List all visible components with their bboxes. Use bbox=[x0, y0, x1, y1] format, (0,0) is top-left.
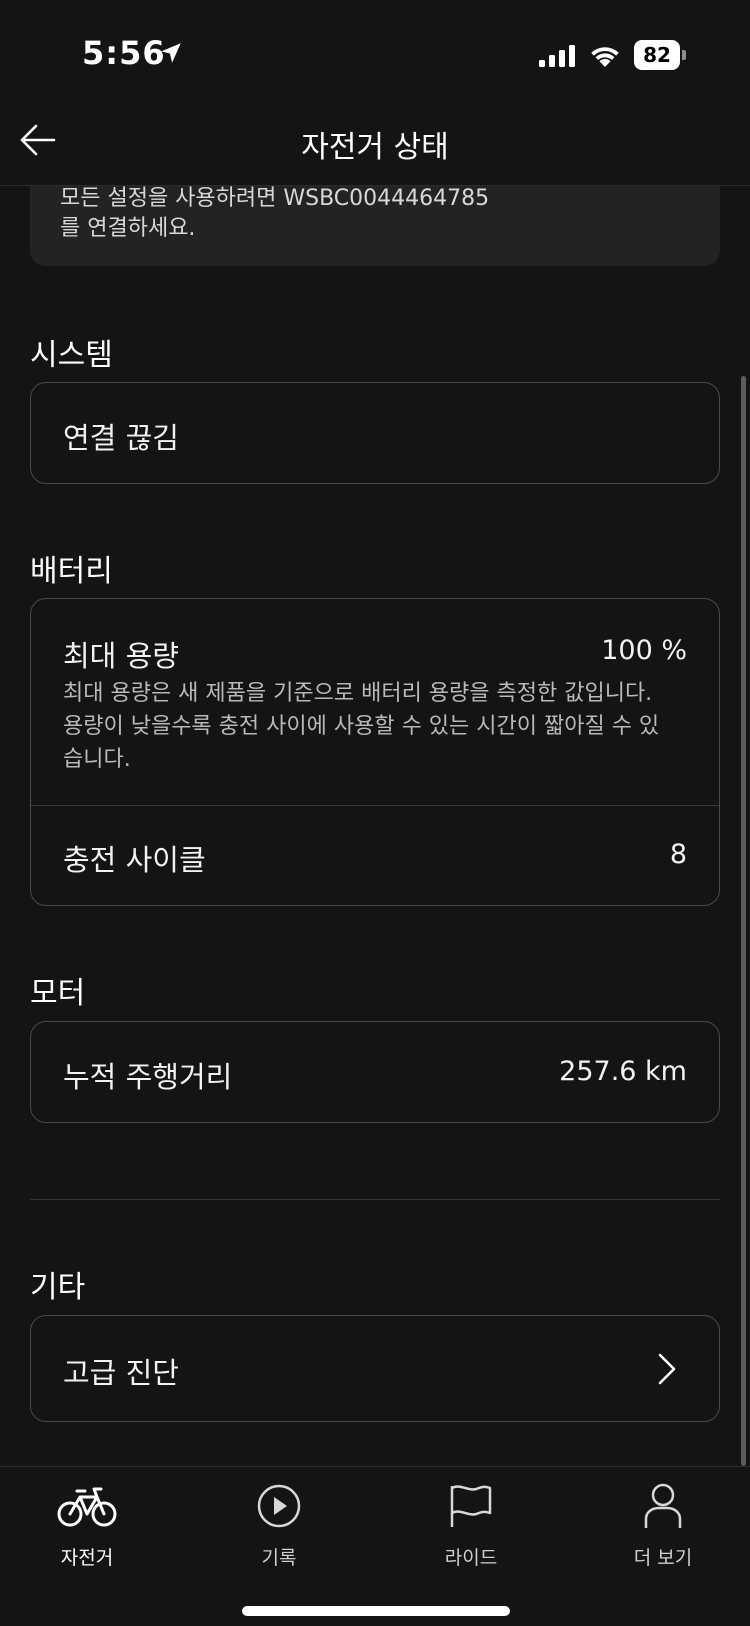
page-title: 자전거 상태 bbox=[301, 130, 449, 165]
battery-level: 82 bbox=[643, 43, 671, 67]
motor-card: 누적 주행거리 257.6 km bbox=[30, 1021, 720, 1123]
section-divider bbox=[30, 1199, 720, 1200]
section-title-other: 기타 bbox=[30, 1270, 86, 1305]
odometer-value: 257.6 km bbox=[559, 1056, 687, 1087]
section-title-battery: 배터리 bbox=[30, 554, 113, 589]
person-icon bbox=[644, 1483, 682, 1528]
tab-label-history: 기록 bbox=[261, 1547, 297, 1569]
battery-card: 최대 용량 100 % 최대 용량은 새 제품을 기준으로 배터리 용량을 측정… bbox=[30, 598, 720, 906]
max-capacity-description: 최대 용량은 새 제품을 기준으로 배터리 용량을 측정한 값입니다. 용량이 … bbox=[63, 681, 660, 772]
max-capacity-label: 최대 용량 bbox=[63, 639, 179, 673]
tab-more[interactable]: 더 보기 bbox=[598, 1467, 728, 1577]
odometer-label: 누적 주행거리 bbox=[63, 1060, 233, 1094]
play-circle-icon bbox=[257, 1484, 301, 1528]
connection-status: 연결 끊김 bbox=[63, 421, 179, 455]
scrollbar[interactable] bbox=[741, 376, 746, 1466]
status-bar: 5:56 82 bbox=[0, 0, 750, 100]
tab-bicycle[interactable]: 자전거 bbox=[22, 1467, 152, 1577]
advanced-diagnostics-row[interactable]: 고급 진단 bbox=[30, 1315, 720, 1422]
card-divider bbox=[31, 805, 719, 806]
notice-text-line2: 를 연결하세요. bbox=[60, 216, 196, 241]
home-indicator[interactable] bbox=[242, 1606, 510, 1616]
system-card: 연결 끊김 bbox=[30, 382, 720, 484]
battery-icon: 82 bbox=[634, 40, 686, 70]
max-capacity-value: 100 % bbox=[601, 635, 687, 666]
tab-label-bicycle: 자전거 bbox=[60, 1547, 114, 1569]
tab-label-ride: 라이드 bbox=[444, 1547, 498, 1569]
charge-cycles-value: 8 bbox=[669, 839, 687, 870]
section-title-system: 시스템 bbox=[30, 338, 113, 373]
nav-header: 자전거 상태 bbox=[0, 100, 750, 186]
tab-history[interactable]: 기록 bbox=[214, 1467, 344, 1577]
flag-icon bbox=[450, 1485, 492, 1527]
cellular-signal-icon bbox=[539, 45, 575, 67]
section-title-motor: 모터 bbox=[30, 976, 86, 1011]
tab-bar: 자전거 기록 라이드 더 보기 bbox=[0, 1466, 750, 1626]
location-arrow-icon bbox=[161, 43, 181, 63]
chevron-right-icon bbox=[658, 1353, 676, 1385]
wifi-icon bbox=[591, 47, 619, 67]
bicycle-icon bbox=[57, 1487, 117, 1527]
tab-ride[interactable]: 라이드 bbox=[406, 1467, 536, 1577]
advanced-diagnostics-label: 고급 진단 bbox=[63, 1356, 179, 1390]
tab-label-more: 더 보기 bbox=[633, 1547, 693, 1569]
status-time: 5:56 bbox=[82, 34, 166, 72]
charge-cycles-label: 충전 사이클 bbox=[63, 843, 206, 877]
